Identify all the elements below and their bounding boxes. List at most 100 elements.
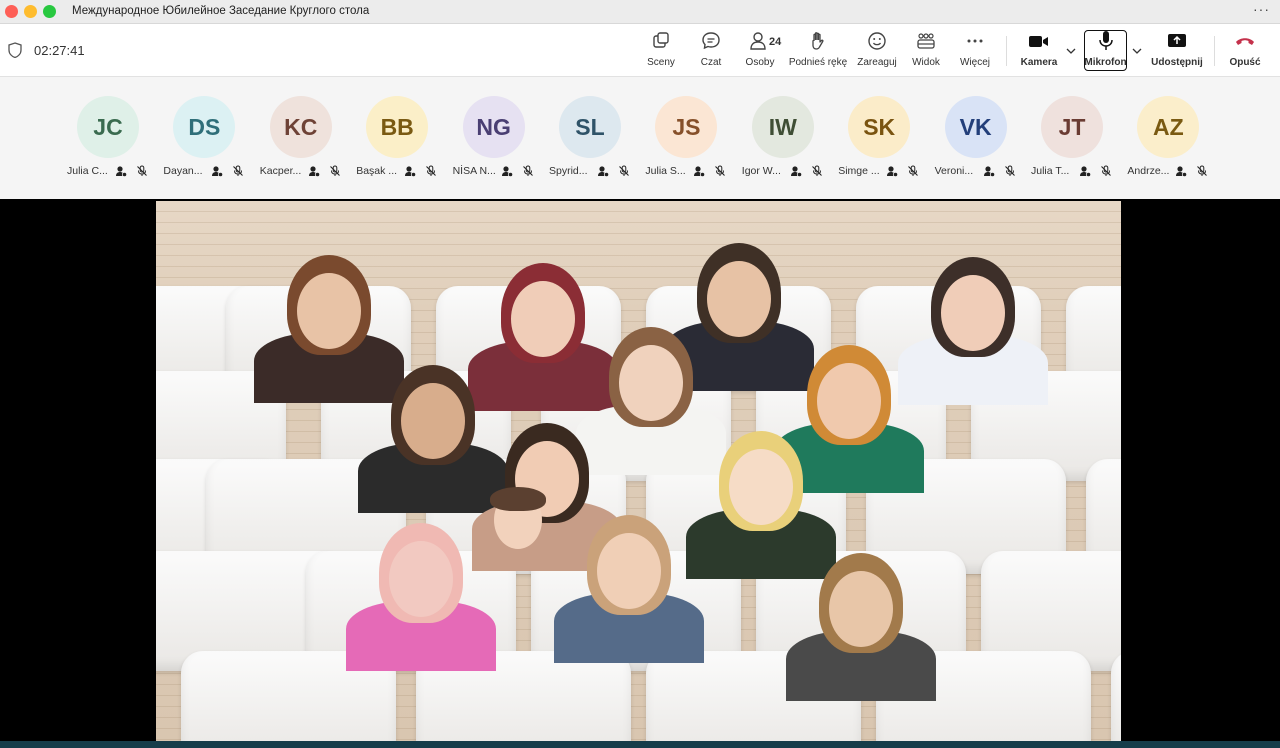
raise-hand-label: Podnieś rękę xyxy=(788,57,848,68)
participant-video-hair xyxy=(490,487,546,511)
raise-hand-button[interactable]: Podnieś rękę xyxy=(789,30,847,72)
person-icon xyxy=(212,166,224,177)
avatar: NG xyxy=(462,96,525,158)
participant-video-face xyxy=(829,571,893,647)
share-button[interactable]: Udostępnij xyxy=(1151,30,1203,72)
participant-name: Igor W... xyxy=(741,165,781,177)
view-label: Widok xyxy=(912,57,940,68)
wall-plank xyxy=(156,255,1121,256)
avatar: IW xyxy=(751,96,814,158)
person-icon xyxy=(598,166,609,177)
participant-video-face xyxy=(389,541,453,617)
person-icon xyxy=(694,166,706,177)
mic-muted-icon xyxy=(522,165,533,176)
participant-video-face xyxy=(619,345,683,421)
view-button[interactable]: Widok xyxy=(909,30,943,72)
meeting-timer: 02:27:41 xyxy=(34,43,85,58)
participant-name: Julia T... xyxy=(1031,165,1070,177)
participant-name: Kacper... xyxy=(259,165,302,177)
share-icon xyxy=(1166,30,1188,52)
people-count-badge: 24 xyxy=(769,36,782,48)
react-button[interactable]: Zareaguj xyxy=(857,30,897,72)
scenes-button[interactable]: Sceny xyxy=(645,30,677,72)
share-label: Udostępnij xyxy=(1151,57,1203,68)
wall-plank xyxy=(156,233,1121,234)
toolbar-divider xyxy=(1006,36,1007,66)
participant-name: Veroni... xyxy=(934,165,974,177)
mic-muted-icon xyxy=(1197,165,1208,176)
mic-muted-icon xyxy=(908,165,919,176)
person-icon xyxy=(501,166,513,177)
avatar: KC xyxy=(269,96,332,158)
together-mode-auditorium xyxy=(156,201,1121,741)
more-icon xyxy=(964,30,986,52)
mic-muted-icon xyxy=(715,165,726,176)
more-button[interactable]: Więcej xyxy=(958,30,992,72)
avatar: SK xyxy=(848,96,911,158)
participant-name: Simge ... xyxy=(838,165,880,177)
person-icon xyxy=(116,166,127,177)
mic-muted-icon xyxy=(1004,165,1015,176)
mic-muted-icon xyxy=(426,165,437,176)
participant-name: Spyrid... xyxy=(549,165,588,177)
person-icon xyxy=(308,166,320,177)
leave-label: Opuść xyxy=(1229,57,1261,68)
leave-button[interactable]: Opuść xyxy=(1228,30,1262,72)
view-icon xyxy=(915,30,937,52)
avatar: VK xyxy=(944,96,1007,158)
avatar: AZ xyxy=(1137,96,1200,158)
hang-up-icon xyxy=(1234,30,1256,52)
person-icon xyxy=(405,166,417,177)
person-icon xyxy=(983,166,995,177)
mic-label: Mikrofon xyxy=(1084,57,1127,68)
mic-muted-icon xyxy=(137,165,147,176)
smiley-icon xyxy=(866,30,888,52)
maximize-window-button[interactable] xyxy=(43,5,56,18)
chevron-down-icon[interactable] xyxy=(1066,46,1076,56)
participant-video-face xyxy=(729,449,793,525)
camera-label: Kamera xyxy=(1020,57,1058,68)
avatar: JT xyxy=(1041,96,1103,158)
toolbar-divider xyxy=(1214,36,1215,66)
camera-button[interactable]: Kamera xyxy=(1019,30,1059,72)
participant-video-face xyxy=(707,261,771,337)
wall-plank xyxy=(156,244,1121,245)
mic-button[interactable]: Mikrofon xyxy=(1084,30,1127,72)
participant-video-face xyxy=(817,363,881,439)
hand-icon xyxy=(807,30,829,52)
people-icon xyxy=(749,30,771,52)
avatar: DS xyxy=(173,96,236,158)
participant-name: Andrze... xyxy=(1127,165,1170,177)
window-title-bar: Международное Юбилейное Заседание Кругло… xyxy=(0,0,1280,24)
window-title: Международное Юбилейное Заседание Кругло… xyxy=(72,5,370,17)
participant-video-face xyxy=(401,383,465,459)
chat-button[interactable]: Czat xyxy=(695,30,727,72)
auditorium-seat xyxy=(1111,651,1121,741)
mic-muted-icon xyxy=(619,165,629,176)
participant-name: Julia S... xyxy=(645,165,686,177)
participant-video-face xyxy=(941,275,1005,351)
avatar: BB xyxy=(366,96,429,158)
chevron-down-icon[interactable] xyxy=(1132,46,1142,56)
ellipsis-icon[interactable]: ··· xyxy=(1253,1,1270,17)
wall-plank xyxy=(156,222,1121,223)
avatar: SL xyxy=(559,96,621,158)
participant-name: Dayan... xyxy=(163,165,203,177)
shield-icon xyxy=(8,42,22,58)
avatar: JC xyxy=(77,96,139,158)
mic-muted-icon xyxy=(329,165,340,176)
wall-plank xyxy=(156,211,1121,212)
minimize-window-button[interactable] xyxy=(24,5,37,18)
mic-icon xyxy=(1095,30,1117,52)
scenes-icon xyxy=(650,30,672,52)
participant-name: NİSA N... xyxy=(452,165,496,177)
chat-label: Czat xyxy=(700,57,722,68)
camera-icon xyxy=(1028,30,1050,52)
participant-name: Julia C... xyxy=(67,165,108,177)
close-window-button[interactable] xyxy=(5,5,18,18)
mic-muted-icon xyxy=(811,165,822,176)
avatar: JS xyxy=(655,96,718,158)
participant-video-face xyxy=(511,281,575,357)
dock-edge xyxy=(0,741,1280,748)
people-label: Osoby xyxy=(745,57,775,68)
